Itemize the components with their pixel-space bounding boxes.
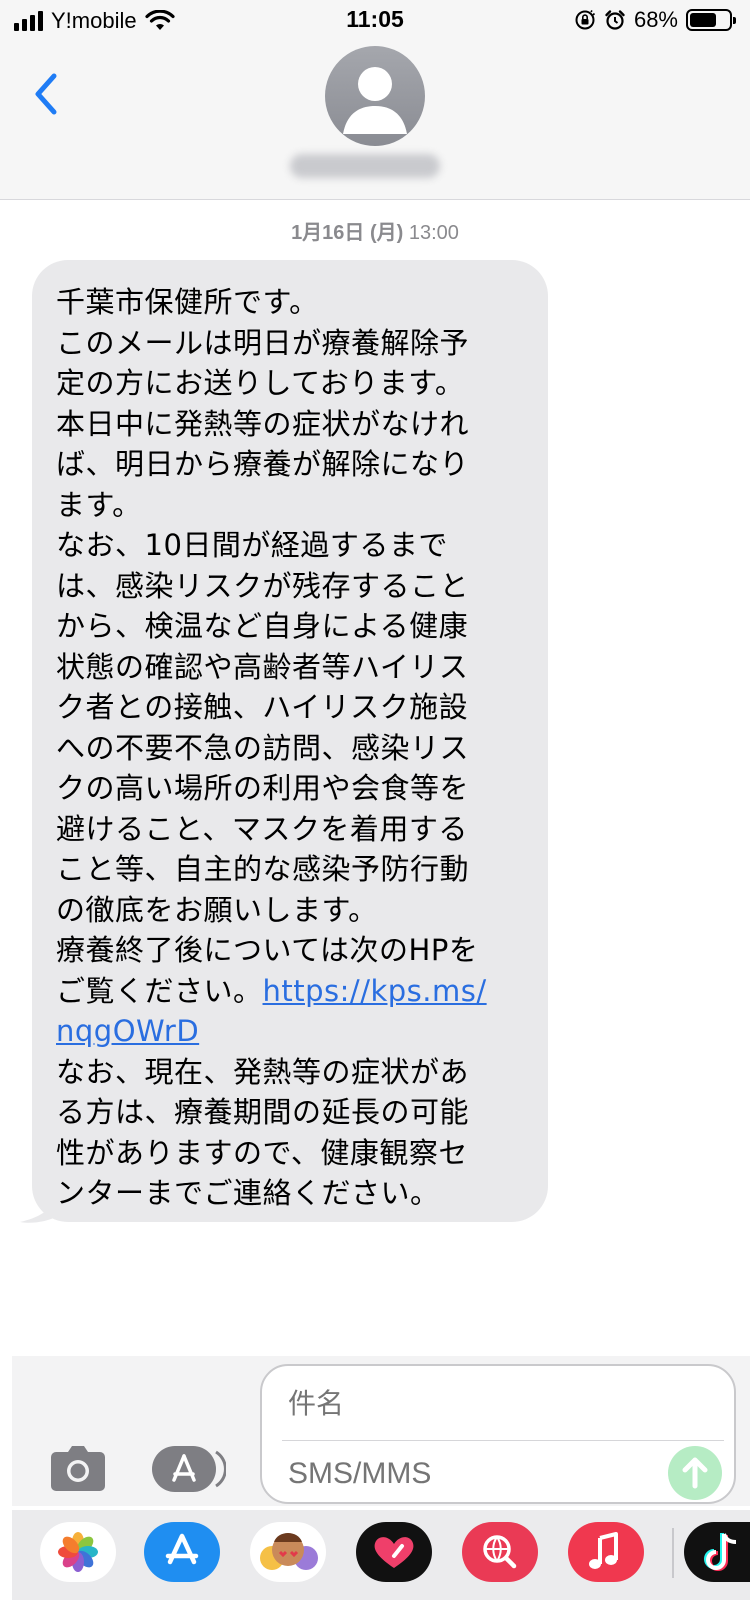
message-line: 性がありますので、健康観察セ (56, 1135, 468, 1170)
app-store-button[interactable] (150, 1444, 227, 1494)
message-timestamp: 1月16日 (月) 13:00 (0, 216, 750, 245)
message-line: ます。 (56, 487, 142, 522)
send-button[interactable] (668, 1446, 722, 1500)
web-search-icon (483, 1535, 517, 1569)
link-prefix-text: ご覧ください。 (56, 973, 263, 1008)
app-store-icon (152, 1446, 227, 1492)
message-line: ば、明日から療養が解除になり (56, 447, 470, 481)
message-line: は、感染リスクが残存すること (56, 568, 470, 603)
message-line: ンターまでご連絡ください。 (56, 1176, 440, 1210)
compose-bar (12, 1356, 750, 1506)
message-line-link-continued: nqgOWrD (56, 1011, 530, 1052)
digital-touch-app-button[interactable] (356, 1522, 432, 1582)
message-line: の徹底をお願いします。 (56, 892, 378, 927)
subject-field[interactable] (288, 1384, 708, 1424)
message-input[interactable] (288, 1454, 648, 1494)
message-line: ク者との接触、ハイリスク施設 (56, 690, 469, 724)
message-line: 定の方にお送りしております。 (56, 366, 465, 400)
message-line: への不要不急の訪問、感染リス (56, 730, 470, 765)
music-icon (589, 1532, 618, 1569)
status-bar-right: 68% (574, 7, 736, 33)
compose-divider (282, 1440, 724, 1441)
contact-name[interactable]: ●●●●●●●●● (290, 154, 440, 178)
message-line: 状態の確認や高齢者等ハイリス (56, 649, 469, 684)
received-message-bubble[interactable]: 千葉市保健所です。 このメールは明日が療養解除予 定の方にお送りしております。 … (32, 260, 548, 1222)
timestamp-date: 1月16日 (月) (291, 222, 404, 244)
conversation-header: ●●●●●●●●● (0, 40, 750, 200)
timestamp-time: 13:00 (408, 222, 459, 244)
memoji-app-button[interactable] (250, 1522, 326, 1582)
camera-icon[interactable] (48, 1444, 108, 1494)
battery-cap (733, 17, 736, 24)
hp-link[interactable]: https://kps.ms/ (263, 974, 487, 1008)
photos-app-button[interactable] (40, 1522, 116, 1582)
tiktok-icon (704, 1533, 737, 1571)
back-button[interactable] (28, 70, 68, 120)
photos-icon (58, 1532, 98, 1572)
message-line: る方は、療養期間の延長の可能 (56, 1095, 470, 1129)
digital-touch-icon (374, 1537, 414, 1568)
battery-percentage: 68% (633, 7, 678, 32)
music-app-button[interactable] (568, 1522, 644, 1582)
message-line: このメールは明日が療養解除予 (56, 325, 470, 360)
contact-avatar[interactable] (325, 46, 425, 146)
message-line: クの高い場所の利用や会食等を (56, 771, 470, 805)
tiktok-app-button[interactable] (684, 1522, 750, 1582)
arrow-up-icon (682, 1457, 708, 1489)
message-line: なお、10日間が経過するまで (56, 528, 448, 562)
message-line: 療養終了後については次のHPを (56, 933, 479, 967)
memoji-icon (260, 1533, 318, 1570)
status-bar: Y!mobile 11:05 68% (0, 0, 750, 40)
app-store-icon (165, 1533, 199, 1565)
message-line: こと等、自主的な感染予防行動 (56, 852, 470, 886)
bubble-tail (20, 1196, 58, 1223)
battery-icon (686, 9, 736, 31)
message-line: 千葉市保健所です。 (56, 285, 319, 319)
person-silhouette-icon (343, 67, 407, 134)
message-line: から、検温など自身による健康 (56, 609, 469, 643)
hp-link-continued[interactable]: nqgOWrD (56, 1014, 199, 1048)
app-store-app-button[interactable] (144, 1522, 220, 1582)
compose-box (260, 1364, 736, 1504)
orientation-lock-icon (575, 9, 596, 30)
message-line-with-link: ご覧ください。https://kps.ms/ (56, 971, 530, 1012)
alarm-icon (605, 10, 625, 30)
drawer-divider (672, 1528, 674, 1578)
message-line: なお、現在、発熱等の症状があ (56, 1054, 470, 1089)
imessage-app-drawer (12, 1510, 750, 1600)
message-line: 避けること、マスクを着用する (56, 811, 468, 846)
message-line: 本日中に発熱等の症状がなけれ (56, 406, 470, 441)
web-search-app-button[interactable] (462, 1522, 538, 1582)
battery-level (690, 13, 716, 27)
